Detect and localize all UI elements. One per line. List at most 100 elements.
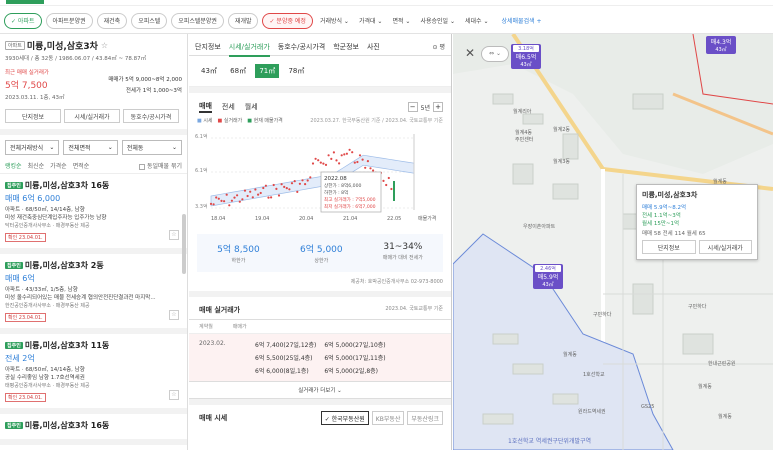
dong-ho-button[interactable]: 동호수/공시가격: [123, 109, 179, 123]
map-view[interactable]: ✕ ⇔ ⌄ 3.18억 매6.5억 43㎡ 매4.3억 43㎡ 2.46억 매5.9…: [453, 34, 773, 450]
favorite-icon[interactable]: ☆: [169, 390, 179, 400]
map-label: 구민하다: [688, 304, 707, 310]
filter-chip[interactable]: 재건축: [96, 12, 128, 29]
owner-tag: 집주인: [5, 182, 23, 189]
map-marker-3[interactable]: 2.46억 매5.9억 43㎡: [533, 264, 563, 289]
trade-point: [353, 161, 356, 164]
listing-desc: 미성 재건축중심단계입주자능 입주가능 남향: [5, 215, 107, 221]
favorite-icon[interactable]: ☆: [169, 310, 179, 320]
detail-tabs: 단지정보 시세/실거래가 동호수/공시가격 학군정보 사진 ⊙ 평: [189, 34, 451, 57]
map-popup[interactable]: 미륭,미성,삼호3차 매매 5.9억~8.2억 전세 1.1억~3억 월세 15…: [636, 184, 758, 260]
tab-price[interactable]: 시세/실거래가: [228, 42, 270, 57]
listing-title: 미륭,미성,삼호3차 2동: [24, 261, 104, 270]
trade-point: [220, 199, 223, 202]
detail-panel: 단지정보 시세/실거래가 동호수/공시가격 학군정보 사진 ⊙ 평 43㎡ 68…: [189, 34, 452, 450]
tab-dong-ho[interactable]: 동호수/공시가격: [278, 42, 325, 52]
minus-button[interactable]: −: [407, 102, 418, 112]
tab-complex-info[interactable]: 단지정보: [195, 42, 221, 52]
close-icon[interactable]: ✕: [465, 46, 475, 60]
filter-chip[interactable]: 사용승인일 ⌄: [417, 12, 458, 29]
chart-legend: ■ 시세 ■ 실거래가 ■ 현재 매물가격 2023.03.27. 한국부동산원…: [197, 118, 443, 124]
area-select[interactable]: 전체면적 ⌄: [63, 140, 118, 155]
sort-area[interactable]: 면적순: [73, 161, 90, 170]
listing-item[interactable]: 집주인 미륭,미성,삼호3차 16동: [0, 414, 187, 445]
x-tick-label: 19.04: [255, 216, 269, 222]
filter-chip[interactable]: 오피스텔: [131, 12, 168, 29]
trade-point: [272, 183, 275, 187]
x-tick-label: 22.05: [387, 216, 401, 222]
trade-title: 매매 실거래가: [199, 306, 241, 314]
map-label: 주민센터: [515, 137, 534, 143]
trade-point: [319, 161, 322, 164]
filter-chip[interactable]: 아파트분양권: [45, 12, 93, 29]
chevron-down-icon: ⌄: [49, 144, 55, 151]
plus-button[interactable]: +: [433, 102, 443, 112]
filter-chip[interactable]: 거래방식 ⌄: [316, 12, 352, 29]
trade-point: [251, 196, 254, 199]
listing-agent: 태평공인중개사사무소 · 매경부동산 제공: [5, 383, 90, 389]
filter-chip[interactable]: 세대수 ⌄: [461, 12, 492, 29]
tooltip-line: 2022.08: [324, 176, 347, 182]
trade-point: [285, 187, 288, 190]
trade-price-button[interactable]: 시세/실거래가: [64, 109, 120, 123]
dong-select[interactable]: 전체동 ⌄: [121, 140, 182, 155]
owner-tag: 집주인: [5, 422, 23, 429]
tab-school[interactable]: 학군정보: [333, 42, 359, 52]
listing-agent: 닥터공인중개사사무소 · 매경부동산 제공: [5, 223, 90, 229]
trade-point: [382, 179, 385, 182]
area-68[interactable]: 68㎡: [226, 64, 250, 78]
trade-point: [348, 148, 351, 151]
filter-chip[interactable]: 상세매물검색 +: [495, 12, 548, 29]
source-reb-button[interactable]: ✓ 한국부동산원: [320, 411, 369, 425]
filter-chip[interactable]: 면적 ⌄: [389, 12, 414, 29]
map-label: 월계4동: [515, 130, 532, 136]
complex-info-button[interactable]: 단지정보: [5, 109, 61, 123]
source-link-button[interactable]: 부동산링크: [407, 411, 443, 425]
area-78[interactable]: 78㎡: [284, 64, 308, 78]
map-label: 우장이촌아파트: [523, 224, 556, 230]
trade-point: [277, 194, 281, 197]
price-chart[interactable]: 6.1억 6.1억 3.3억18.04 19.04 20.04 21.04 22.05 매물가…: [189, 126, 452, 226]
tab-photo[interactable]: 사진: [367, 42, 380, 52]
filter-chip[interactable]: 오피스텔분양권: [171, 12, 224, 29]
area-43[interactable]: 43㎡: [197, 64, 221, 78]
trade-point: [228, 204, 231, 207]
map-label: 구민하다: [593, 312, 612, 318]
listing-desc: 미성 올수리되어있는 매물 전세승계 협의안전진단결과전 마지막...: [5, 295, 156, 301]
area-71[interactable]: 71㎡: [255, 64, 280, 78]
popup-info-button[interactable]: 단지정보: [642, 240, 696, 254]
same-listing-toggle[interactable]: 동일매물 묶기: [138, 161, 182, 170]
popup-price-button[interactable]: 시세/실거래가: [698, 240, 752, 254]
sort-price[interactable]: 가격순: [50, 161, 67, 170]
confirm-date: 확인 23.04.01.: [5, 233, 46, 242]
map-marker-1[interactable]: 3.18억 매6.5억 43㎡: [511, 44, 541, 69]
type-monthly[interactable]: 월세: [245, 102, 258, 112]
source-kb-button[interactable]: KB부동산: [371, 411, 405, 425]
trade-point: [327, 154, 330, 157]
more-trades-button[interactable]: 실거래가 더보기 ⌄: [189, 381, 451, 399]
filter-chip[interactable]: 가격대 ⌄: [355, 12, 386, 29]
type-sale[interactable]: 매매: [199, 101, 212, 113]
map-marker-2[interactable]: 매4.3억 43㎡: [706, 36, 736, 54]
trade-point: [335, 159, 338, 162]
trade-point: [243, 189, 247, 192]
top-strip: [0, 0, 773, 6]
pyeong-toggle[interactable]: ⊙ 평: [433, 42, 445, 51]
sort-latest[interactable]: 최신순: [28, 161, 45, 170]
favorite-icon[interactable]: ☆: [169, 230, 179, 240]
listing-item[interactable]: 집주인 미륭,미성,삼호3차 2동 매매 6억 아파트 · 43/33㎡, 1/5층,…: [0, 254, 187, 334]
listing-spec: 아파트 · 43/33㎡, 1/5층, 남향: [5, 287, 78, 293]
trade-point: [298, 182, 301, 185]
trade-point: [283, 185, 286, 188]
type-jeonse[interactable]: 전세: [222, 102, 235, 112]
filter-chip[interactable]: ✓ 분양중 예정: [262, 12, 313, 29]
trade-type-select[interactable]: 전체거래방식 ⌄: [5, 140, 60, 155]
listing-item[interactable]: 집주인 미륭,미성,삼호3차 11동 전세 2억 아파트 · 68/50㎡, 14/1…: [0, 334, 187, 414]
star-icon[interactable]: ☆: [101, 41, 108, 50]
map-toolbar-pill[interactable]: ⇔ ⌄: [481, 46, 509, 62]
filter-chip[interactable]: ✓ 아파트: [4, 12, 42, 29]
scrollbar[interactable]: [182, 214, 186, 274]
sort-rank[interactable]: 랭킹순: [5, 161, 22, 170]
listing-item[interactable]: 집주인 미륭,미성,삼호3차 16동 매매 6억 6,000 아파트 · 68/50㎡…: [0, 174, 187, 254]
filter-chip[interactable]: 재개발: [227, 12, 259, 29]
